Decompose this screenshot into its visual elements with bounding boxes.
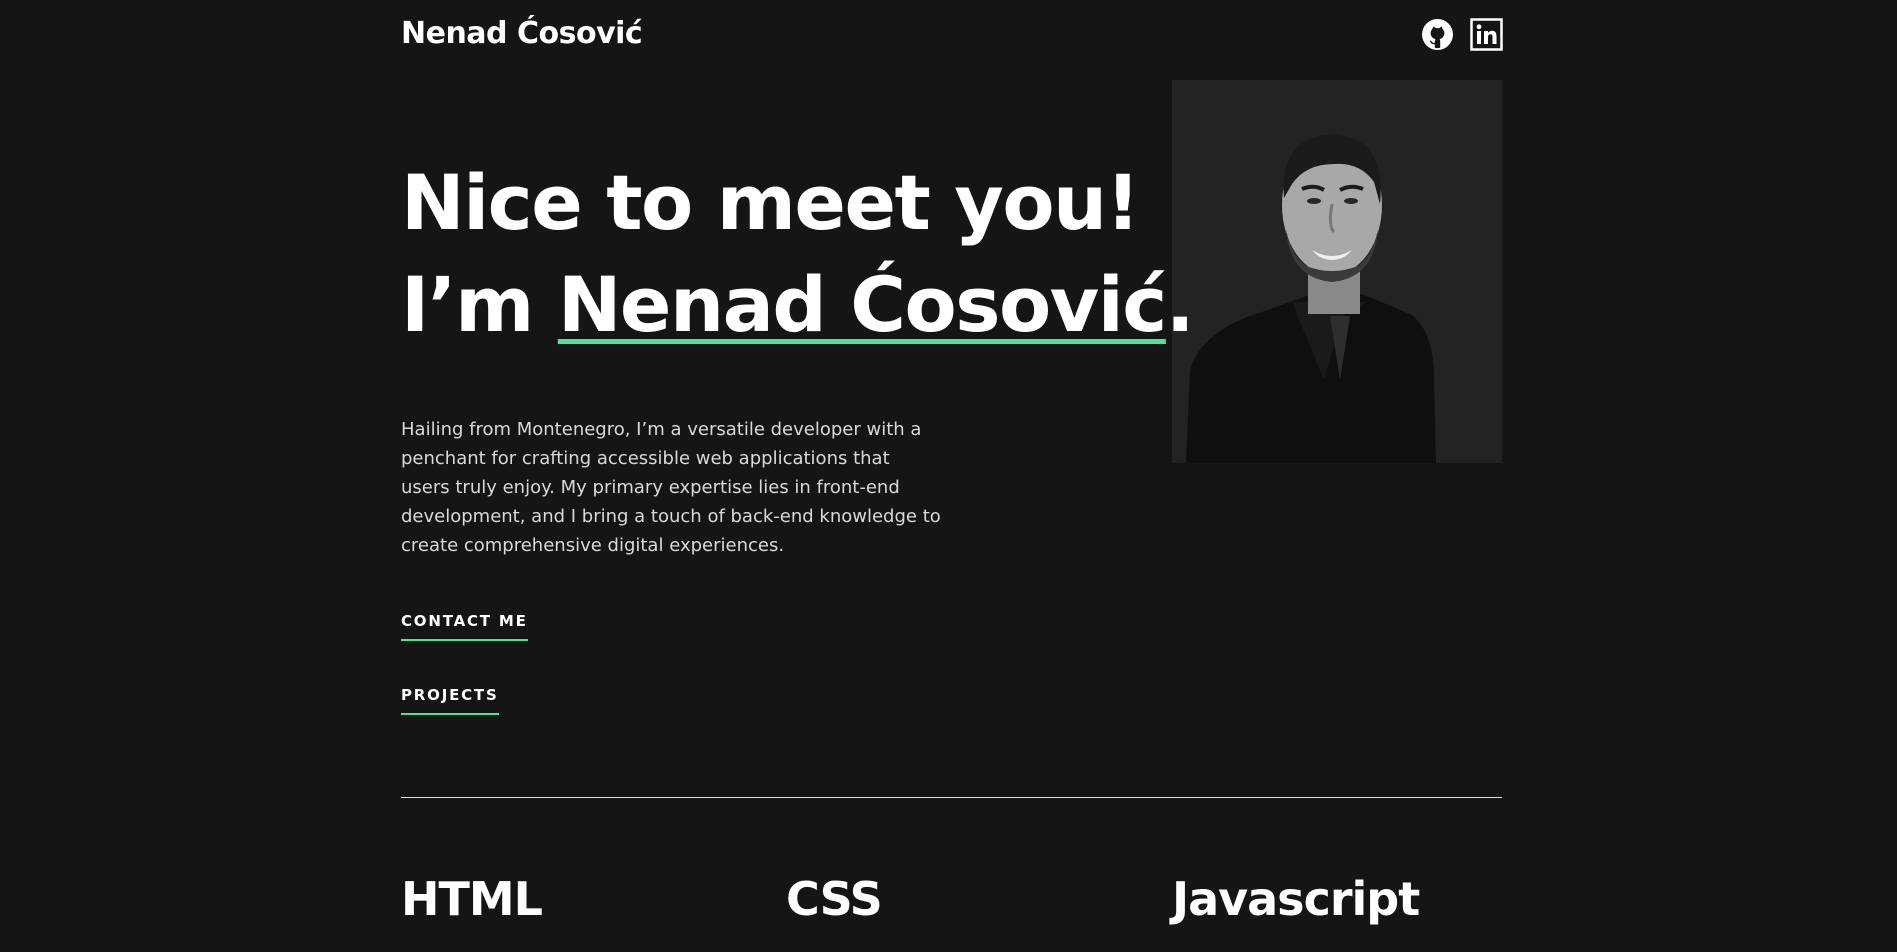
section-divider	[401, 797, 1502, 798]
contact-me-link[interactable]: CONTACT ME	[401, 612, 528, 641]
site-logo[interactable]: Nenad Ćosović	[401, 16, 643, 51]
linkedin-icon	[1470, 18, 1503, 51]
skill-title: Javascript	[1172, 872, 1420, 926]
portrait-photo	[1172, 80, 1502, 463]
social-links	[1421, 18, 1503, 51]
hero-name: Nenad Ćosović	[557, 260, 1167, 349]
intro-text: Hailing from Montenegro, I’m a versatile…	[401, 419, 941, 556]
skill-title: CSS	[786, 872, 883, 926]
portfolio-page: Nenad Ćosović Nice to meet you! I’m Nena…	[0, 0, 1897, 952]
skill-title: HTML	[401, 872, 543, 926]
name-line: I’m Nenad Ćosović.	[401, 254, 1195, 356]
hero-heading: Nice to meet you! I’m Nenad Ćosović.	[401, 152, 1195, 356]
github-link[interactable]	[1421, 18, 1454, 51]
name-suffix: .	[1165, 260, 1195, 349]
portrait-image	[1172, 80, 1502, 463]
github-icon	[1422, 19, 1453, 50]
greeting-line: Nice to meet you!	[401, 158, 1140, 247]
intro-prefix: I’m	[401, 260, 558, 349]
linkedin-link[interactable]	[1470, 18, 1503, 51]
projects-link[interactable]: PROJECTS	[401, 686, 499, 715]
